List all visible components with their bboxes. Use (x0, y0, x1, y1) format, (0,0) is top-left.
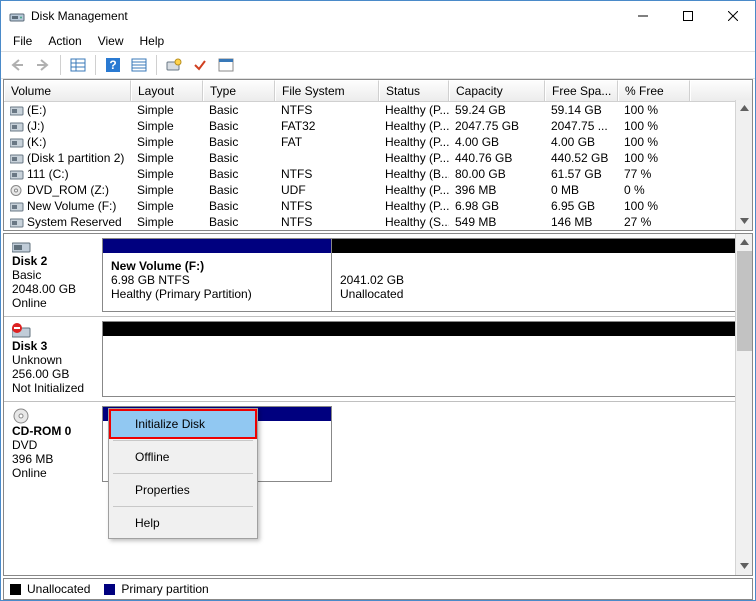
close-button[interactable] (710, 2, 755, 31)
context-menu: Initialize Disk Offline Properties Help (108, 408, 258, 539)
help-icon[interactable]: ? (101, 53, 125, 77)
menubar: File Action View Help (1, 31, 755, 51)
col-free[interactable]: Free Spa... (545, 80, 618, 101)
disk-row-2[interactable]: Disk 2 Basic 2048.00 GB Online New Volum… (4, 234, 752, 317)
menu-file[interactable]: File (5, 32, 40, 50)
volume-row[interactable]: DVD_ROM (Z:)SimpleBasicUDFHealthy (P...3… (4, 182, 752, 198)
minimize-button[interactable] (620, 2, 665, 31)
volume-list[interactable]: Volume Layout Type File System Status Ca… (3, 79, 753, 231)
volume-row[interactable]: 111 (C:)SimpleBasicNTFSHealthy (B...80.0… (4, 166, 752, 182)
disk-warning-icon (12, 323, 32, 339)
volume-row[interactable]: (E:)SimpleBasicNTFSHealthy (P...59.24 GB… (4, 102, 752, 118)
disk-label: Disk 2 Basic 2048.00 GB Online (8, 238, 102, 312)
partition-uninitialized[interactable] (102, 321, 748, 397)
disk-row-3[interactable]: Disk 3 Unknown 256.00 GB Not Initialized (4, 317, 752, 402)
volume-row[interactable]: New Volume (F:)SimpleBasicNTFSHealthy (P… (4, 198, 752, 214)
check-icon[interactable] (188, 53, 212, 77)
volume-row[interactable]: (K:)SimpleBasicFATHealthy (P...4.00 GB4.… (4, 134, 752, 150)
legend-label: Unallocated (27, 582, 90, 596)
legend-label: Primary partition (121, 582, 208, 596)
volume-row[interactable]: (J:)SimpleBasicFAT32Healthy (P...2047.75… (4, 118, 752, 134)
partition-name: New Volume (F:) (111, 259, 204, 273)
menu-help[interactable]: Help (132, 32, 173, 50)
col-capacity[interactable]: Capacity (449, 80, 545, 101)
volume-header: Volume Layout Type File System Status Ca… (4, 80, 752, 102)
col-layout[interactable]: Layout (131, 80, 203, 101)
disk-icon (12, 240, 32, 254)
col-pct[interactable]: % Free (618, 80, 690, 101)
legend-swatch-primary (104, 584, 115, 595)
legend-swatch-unallocated (10, 584, 21, 595)
maximize-button[interactable] (665, 2, 710, 31)
menu-properties[interactable]: Properties (111, 477, 255, 503)
menu-action[interactable]: Action (40, 32, 89, 50)
col-type[interactable]: Type (203, 80, 275, 101)
scrollbar[interactable] (735, 234, 752, 575)
menu-help[interactable]: Help (111, 510, 255, 536)
back-button (5, 53, 29, 77)
forward-button (31, 53, 55, 77)
partition-new-volume-f[interactable]: New Volume (F:) 6.98 GB NTFS Healthy (Pr… (102, 238, 332, 312)
window-title: Disk Management (31, 9, 620, 23)
menu-initialize-disk[interactable]: Initialize Disk (109, 409, 257, 439)
col-fs[interactable]: File System (275, 80, 379, 101)
legend: Unallocated Primary partition (3, 578, 753, 600)
partition-unallocated[interactable]: 2041.02 GB Unallocated (332, 238, 748, 312)
menu-offline[interactable]: Offline (111, 444, 255, 470)
toolbar: ? (1, 51, 755, 79)
disk-label: CD-ROM 0 DVD 396 MB Online (8, 406, 102, 482)
refresh-icon[interactable] (162, 53, 186, 77)
list-icon[interactable] (127, 53, 151, 77)
grid-icon[interactable] (66, 53, 90, 77)
col-status[interactable]: Status (379, 80, 449, 101)
titlebar: Disk Management (1, 1, 755, 31)
svg-text:?: ? (109, 58, 116, 72)
cdrom-icon (12, 408, 32, 424)
properties-icon[interactable] (214, 53, 238, 77)
disk-graphical-pane[interactable]: Disk 2 Basic 2048.00 GB Online New Volum… (3, 233, 753, 576)
app-icon (9, 8, 25, 24)
disk-label: Disk 3 Unknown 256.00 GB Not Initialized (8, 321, 102, 397)
col-volume[interactable]: Volume (4, 80, 131, 101)
scrollbar[interactable] (735, 100, 752, 230)
volume-row[interactable]: System ReservedSimpleBasicNTFSHealthy (S… (4, 214, 752, 230)
volume-row[interactable]: (Disk 1 partition 2)SimpleBasicHealthy (… (4, 150, 752, 166)
menu-view[interactable]: View (90, 32, 132, 50)
